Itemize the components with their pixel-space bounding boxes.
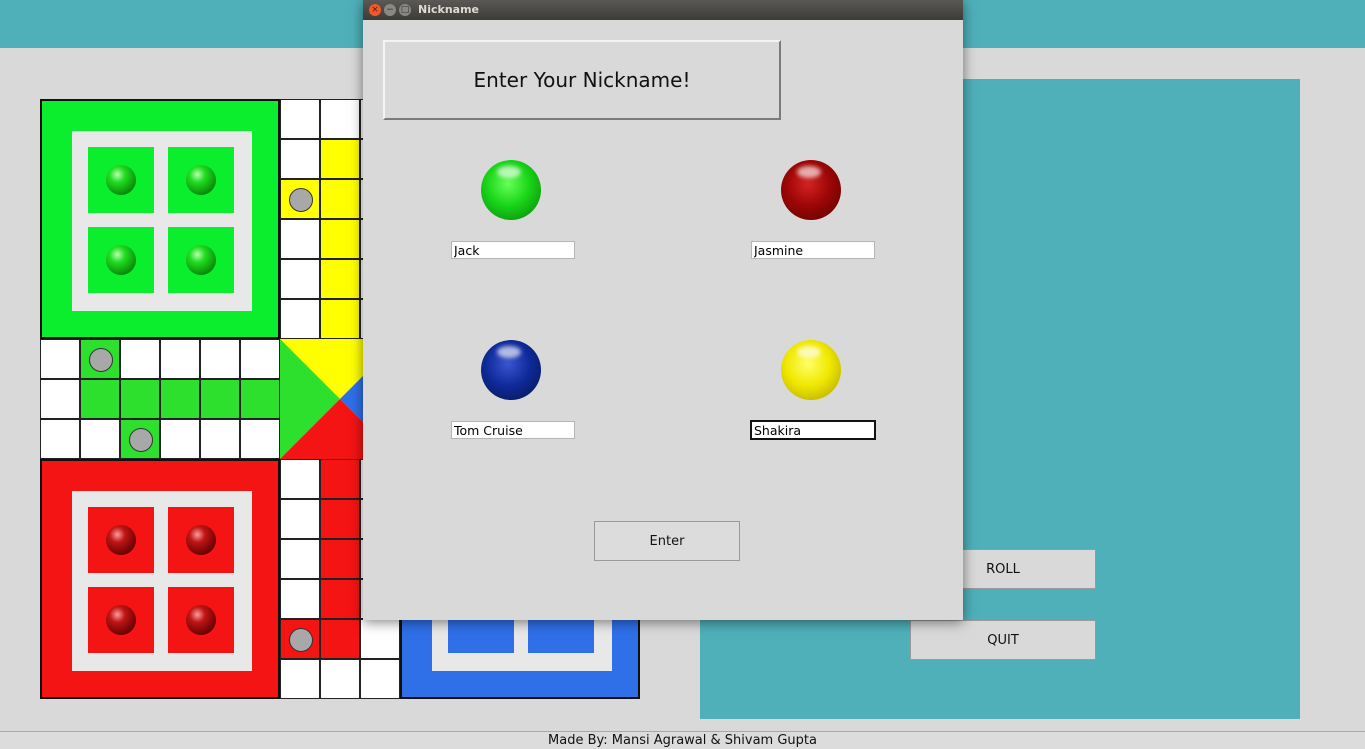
- path-cell: [360, 659, 400, 699]
- path-cell: [280, 539, 320, 579]
- red-ball-icon: [781, 160, 841, 220]
- path-cell: [360, 619, 400, 659]
- green-pad: [168, 147, 234, 213]
- yellow-ball-icon: [781, 340, 841, 400]
- red-lane-cell: [320, 579, 360, 619]
- green-ball-icon: [481, 160, 541, 220]
- green-pad: [168, 227, 234, 293]
- enter-button[interactable]: Enter: [594, 521, 740, 561]
- green-pad: [88, 227, 154, 293]
- path-cell: [80, 419, 120, 459]
- path-cell: [200, 339, 240, 379]
- yellow-lane-cell: [320, 259, 360, 299]
- minimize-icon[interactable]: −: [384, 4, 396, 16]
- green-home-inner: [72, 131, 252, 311]
- blue-nickname-input[interactable]: [451, 421, 575, 439]
- green-token[interactable]: [186, 165, 216, 195]
- path-cell: [320, 99, 360, 139]
- dialog-title: Nickname: [418, 3, 479, 16]
- red-token[interactable]: [106, 525, 136, 555]
- blue-ball-icon: [481, 340, 541, 400]
- green-token[interactable]: [106, 165, 136, 195]
- red-pad: [88, 587, 154, 653]
- green-lane-cell: [160, 379, 200, 419]
- red-lane-cell: [320, 619, 360, 659]
- green-lane-cell: [120, 379, 160, 419]
- red-token[interactable]: [106, 605, 136, 635]
- path-cell: [280, 219, 320, 259]
- quit-button[interactable]: QUIT: [910, 620, 1096, 660]
- path-cell: [280, 139, 320, 179]
- red-start-cell: [280, 619, 320, 659]
- red-token[interactable]: [186, 605, 216, 635]
- path-cell: [280, 459, 320, 499]
- red-pad: [88, 507, 154, 573]
- yellow-start-cell: [280, 179, 320, 219]
- path-cell: [200, 419, 240, 459]
- path-cell: [240, 339, 280, 379]
- green-token[interactable]: [106, 245, 136, 275]
- red-token[interactable]: [186, 525, 216, 555]
- path-cell: [280, 499, 320, 539]
- red-lane-cell: [320, 459, 360, 499]
- path-cell: [160, 419, 200, 459]
- yellow-lane-cell: [320, 299, 360, 339]
- green-lane-cell: [200, 379, 240, 419]
- green-lane-cell: [80, 379, 120, 419]
- red-lane-cell: [320, 499, 360, 539]
- path-cell: [280, 259, 320, 299]
- red-home-inner: [72, 491, 252, 671]
- dialog-titlebar[interactable]: × − □ Nickname: [363, 0, 963, 20]
- maximize-icon[interactable]: □: [399, 4, 411, 16]
- red-lane-cell: [320, 539, 360, 579]
- green-start-cell: [80, 339, 120, 379]
- yellow-lane-cell: [320, 219, 360, 259]
- yellow-nickname-input[interactable]: [750, 420, 876, 440]
- red-pad: [168, 587, 234, 653]
- path-cell: [280, 579, 320, 619]
- green-lane-cell: [240, 379, 280, 419]
- path-cell: [320, 659, 360, 699]
- path-cell: [120, 339, 160, 379]
- path-cell: [240, 419, 280, 459]
- green-cell: [120, 419, 160, 459]
- footer-credits: Made By: Mansi Agrawal & Shivam Gupta: [0, 731, 1365, 749]
- red-home: [40, 459, 280, 699]
- path-cell: [40, 419, 80, 459]
- green-nickname-input[interactable]: [451, 241, 575, 259]
- yellow-lane-cell: [320, 179, 360, 219]
- path-cell: [40, 379, 80, 419]
- nickname-heading: Enter Your Nickname!: [383, 40, 781, 120]
- path-cell: [160, 339, 200, 379]
- green-home: [40, 99, 280, 339]
- gray-token: [289, 628, 313, 652]
- gray-token: [129, 428, 153, 452]
- green-token[interactable]: [186, 245, 216, 275]
- gray-token: [289, 188, 313, 212]
- gray-token: [89, 348, 113, 372]
- path-cell: [280, 99, 320, 139]
- path-cell: [40, 339, 80, 379]
- green-pad: [88, 147, 154, 213]
- yellow-lane-cell: [320, 139, 360, 179]
- path-cell: [280, 299, 320, 339]
- path-cell: [280, 659, 320, 699]
- red-pad: [168, 507, 234, 573]
- red-nickname-input[interactable]: [751, 241, 875, 259]
- nickname-dialog: × − □ Nickname Enter Your Nickname! Ente…: [363, 0, 963, 620]
- close-icon[interactable]: ×: [369, 4, 381, 16]
